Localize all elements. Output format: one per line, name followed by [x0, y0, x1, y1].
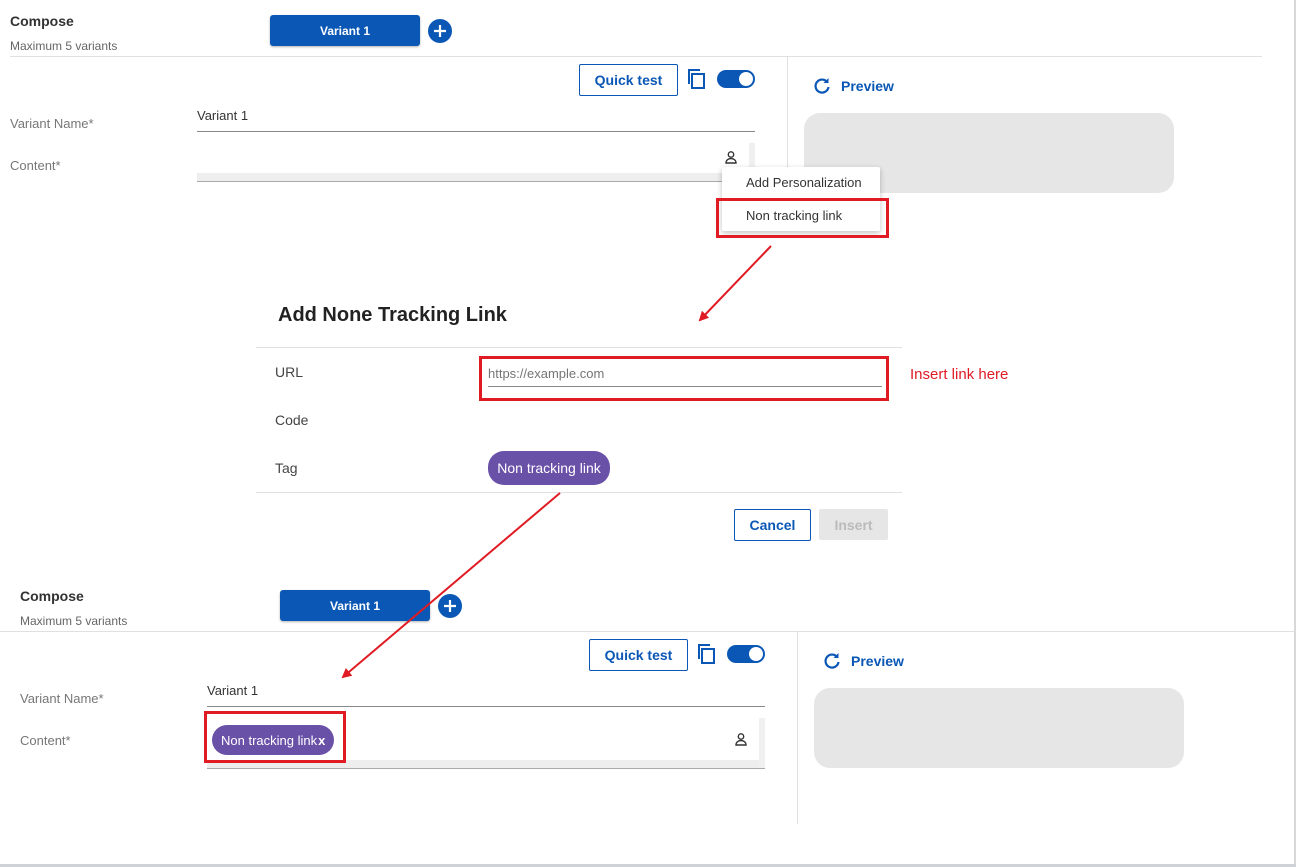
annotation-arrows [341, 245, 772, 679]
arrow-icon [341, 492, 561, 679]
arrow-icon [698, 245, 772, 322]
